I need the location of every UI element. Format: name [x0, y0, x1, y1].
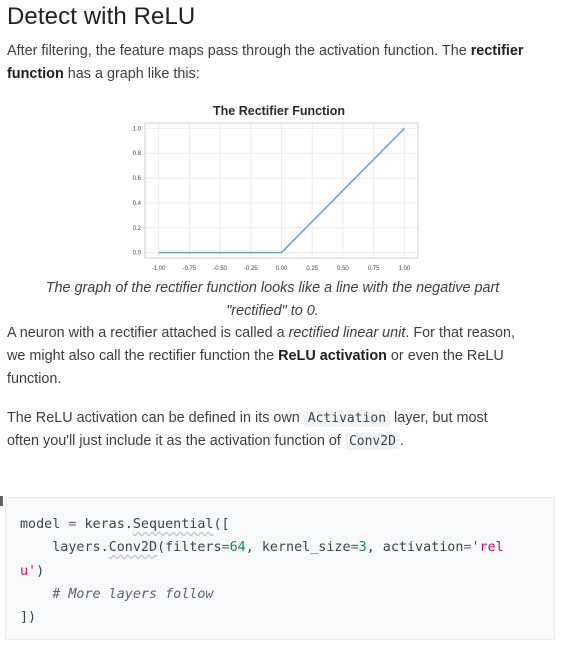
para2-text-4: or even the ReLU — [386, 348, 504, 364]
y-tick-label: 1.0 — [133, 126, 142, 132]
code-token: , kernel_size — [245, 540, 351, 556]
code-token: Conv2D — [108, 540, 158, 556]
inline-code-conv2d: Conv2D — [344, 433, 400, 450]
x-tick-label: 0.75 — [368, 266, 380, 272]
code-token: 3 — [358, 540, 367, 556]
para2-text-2: . For that reason, — [405, 325, 515, 341]
inline-code-activation: Activation — [303, 410, 391, 427]
x-tick-label: 0.00 — [276, 266, 288, 272]
relu-paragraph: A neuron with a rectifier attached is ca… — [7, 322, 557, 391]
code-token: 'rel — [471, 540, 504, 556]
x-tick-label: -1.00 — [152, 266, 166, 272]
code-token: Sequential — [132, 517, 214, 532]
code-block[interactable]: model = keras.Sequential([ layers.Conv2D… — [5, 497, 555, 640]
x-tick-label: -0.25 — [244, 266, 258, 272]
code-token: = — [221, 540, 230, 556]
para3-text-2: layer, but most — [390, 410, 488, 426]
code-token: model — [20, 517, 61, 532]
chart-plot-area: -1.00 -0.75 -0.50 -0.25 0.00 0.25 0.50 0.75 1.00… — [133, 122, 419, 272]
code-token: = — [60, 517, 85, 532]
intro-text-1: After filtering, the feature maps pass t… — [7, 43, 471, 59]
figure-caption: The graph of the rectifier function look… — [20, 277, 525, 323]
code-comment: # More layers follow — [20, 586, 214, 602]
para2-italic: rectified linear unit — [288, 325, 406, 341]
code-token: layers. — [20, 540, 109, 556]
para3-text-4: . — [399, 433, 404, 449]
caption-line-2: "rectified" to 0. — [226, 303, 319, 319]
para2-bold: ReLU activation — [278, 348, 387, 364]
y-tick-label: 0.2 — [133, 226, 142, 232]
code-token: ]) — [20, 610, 37, 626]
code-token: (filters — [157, 540, 222, 556]
code-token: 64 — [229, 540, 246, 556]
x-tick-label: 0.50 — [337, 266, 349, 272]
code-token: u' — [20, 563, 37, 579]
edge-marker — [0, 496, 3, 506]
para3-text-1: The ReLU activation can be defined in it… — [7, 410, 304, 426]
code-token: ) — [36, 563, 45, 579]
y-tick-label: 0.4 — [133, 201, 142, 207]
code-token: ([ — [213, 517, 230, 532]
y-tick-label: 0.8 — [133, 151, 142, 157]
code-token: = — [463, 540, 472, 556]
y-tick-label: 0.0 — [133, 251, 142, 257]
code-token: = — [350, 540, 359, 556]
para2-text-5: function. — [7, 371, 62, 387]
intro-text-2: has a graph like this: — [63, 66, 200, 82]
rectifier-chart: The Rectifier Function -1.00 -0.75 -0.50 -0… — [105, 98, 435, 278]
x-tick-label: -0.75 — [183, 266, 197, 272]
caption-line-1: The graph of the rectifier function look… — [45, 280, 500, 296]
chart-title: The Rectifier Function — [213, 104, 345, 118]
x-tick-label: 1.00 — [399, 266, 411, 272]
para2-text-1: A neuron with a rectifier attached is ca… — [7, 325, 289, 341]
x-tick-label: -0.50 — [213, 266, 227, 272]
y-tick-label: 0.6 — [133, 176, 142, 182]
para2-text-3: we might also call the rectifier functio… — [7, 348, 279, 364]
x-tick-label: 0.25 — [306, 266, 318, 272]
intro-paragraph: After filtering, the feature maps pass t… — [7, 40, 557, 86]
para3-text-3: often you'll just include it as the acti… — [7, 433, 345, 449]
activation-paragraph: The ReLU activation can be defined in it… — [7, 407, 557, 453]
page-title: Detect with ReLU — [7, 3, 196, 30]
chart-svg: The Rectifier Function -1.00 -0.75 -0.50 -0… — [133, 104, 419, 272]
code-content[interactable]: model = keras.Sequential([ layers.Conv2D… — [20, 513, 504, 629]
code-token: keras. — [84, 517, 133, 532]
code-token: , activation — [366, 540, 464, 556]
